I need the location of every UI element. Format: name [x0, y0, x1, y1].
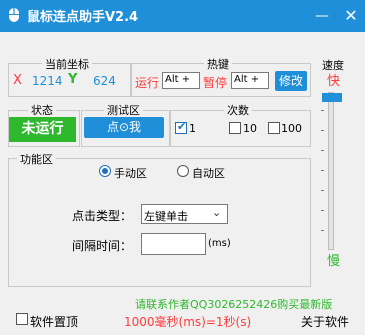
manual-mode-radio[interactable] — [99, 165, 111, 177]
about-link[interactable]: 关于软件 — [301, 313, 349, 330]
y-value: 624 — [93, 74, 116, 88]
speed-slider-track[interactable] — [328, 92, 334, 250]
modify-hotkey-button[interactable]: 修改 — [275, 71, 307, 91]
interval-input[interactable] — [141, 233, 206, 255]
contact-text: 请联系作者QQ3026252426购买最新版 — [135, 298, 333, 311]
hotkey-title: 热键 — [204, 56, 232, 72]
x-label: X — [13, 73, 22, 88]
interval-label: 间隔时间： — [72, 239, 133, 253]
pause-hotkey-input[interactable]: Alt + — [231, 72, 269, 89]
pin-on-top-checkbox[interactable] — [16, 313, 28, 325]
test-click-button[interactable]: 点⊙我 — [84, 117, 164, 138]
test-area-title: 测试区 — [104, 102, 143, 118]
count-10-checkbox[interactable] — [229, 122, 241, 134]
speed-slider-thumb[interactable] — [322, 93, 342, 102]
run-hotkey-label: 运行 — [135, 76, 160, 90]
count-1-checkbox[interactable]: ✔ — [175, 120, 187, 134]
coordinates-title: 当前坐标 — [42, 56, 92, 72]
count-100-label: 100 — [281, 122, 302, 135]
pause-hotkey-label: 暂停 — [203, 76, 228, 90]
run-hotkey-input[interactable]: Alt + — [162, 72, 200, 89]
slider-tick — [321, 150, 324, 151]
count-10-label: 10 — [243, 122, 257, 135]
click-type-value: 左键单击 — [144, 210, 188, 223]
x-value: 1214 — [32, 74, 63, 88]
function-area-title: 功能区 — [17, 151, 56, 167]
auto-mode-label[interactable]: 自动区 — [192, 165, 225, 181]
slider-tick — [321, 210, 324, 211]
slider-tick — [321, 130, 324, 131]
close-button[interactable]: ✕ — [337, 0, 365, 32]
app-mouse-icon — [9, 8, 19, 22]
speed-fast-label: 快 — [327, 74, 341, 89]
window-title: 鼠标连点助手V2.4 — [27, 10, 139, 25]
rate-note: 1000毫秒(ms)=1秒(s) — [124, 315, 252, 329]
checkmark-icon: ✔ — [177, 120, 187, 133]
manual-mode-label[interactable]: 手动区 — [114, 165, 147, 181]
count-1-label: 1 — [189, 122, 196, 135]
radio-dot-icon — [102, 168, 108, 174]
status-title: 状态 — [28, 102, 56, 118]
speed-slow-label: 慢 — [327, 254, 341, 269]
slider-tick — [321, 170, 324, 171]
auto-mode-radio[interactable] — [177, 165, 189, 177]
count-title: 次数 — [224, 102, 252, 118]
minimize-button[interactable]: — — [308, 0, 336, 32]
click-type-label: 点击类型： — [72, 209, 133, 223]
status-badge: 未运行 — [9, 117, 76, 142]
interval-unit: (ms) — [208, 238, 231, 249]
slider-tick — [321, 110, 324, 111]
chevron-down-icon[interactable]: ⌄ — [212, 206, 221, 219]
slider-tick — [321, 190, 324, 191]
y-label: Y — [68, 72, 78, 87]
count-100-checkbox[interactable] — [268, 122, 280, 134]
slider-tick — [321, 230, 324, 231]
pin-on-top-label[interactable]: 软件置顶 — [30, 313, 78, 330]
